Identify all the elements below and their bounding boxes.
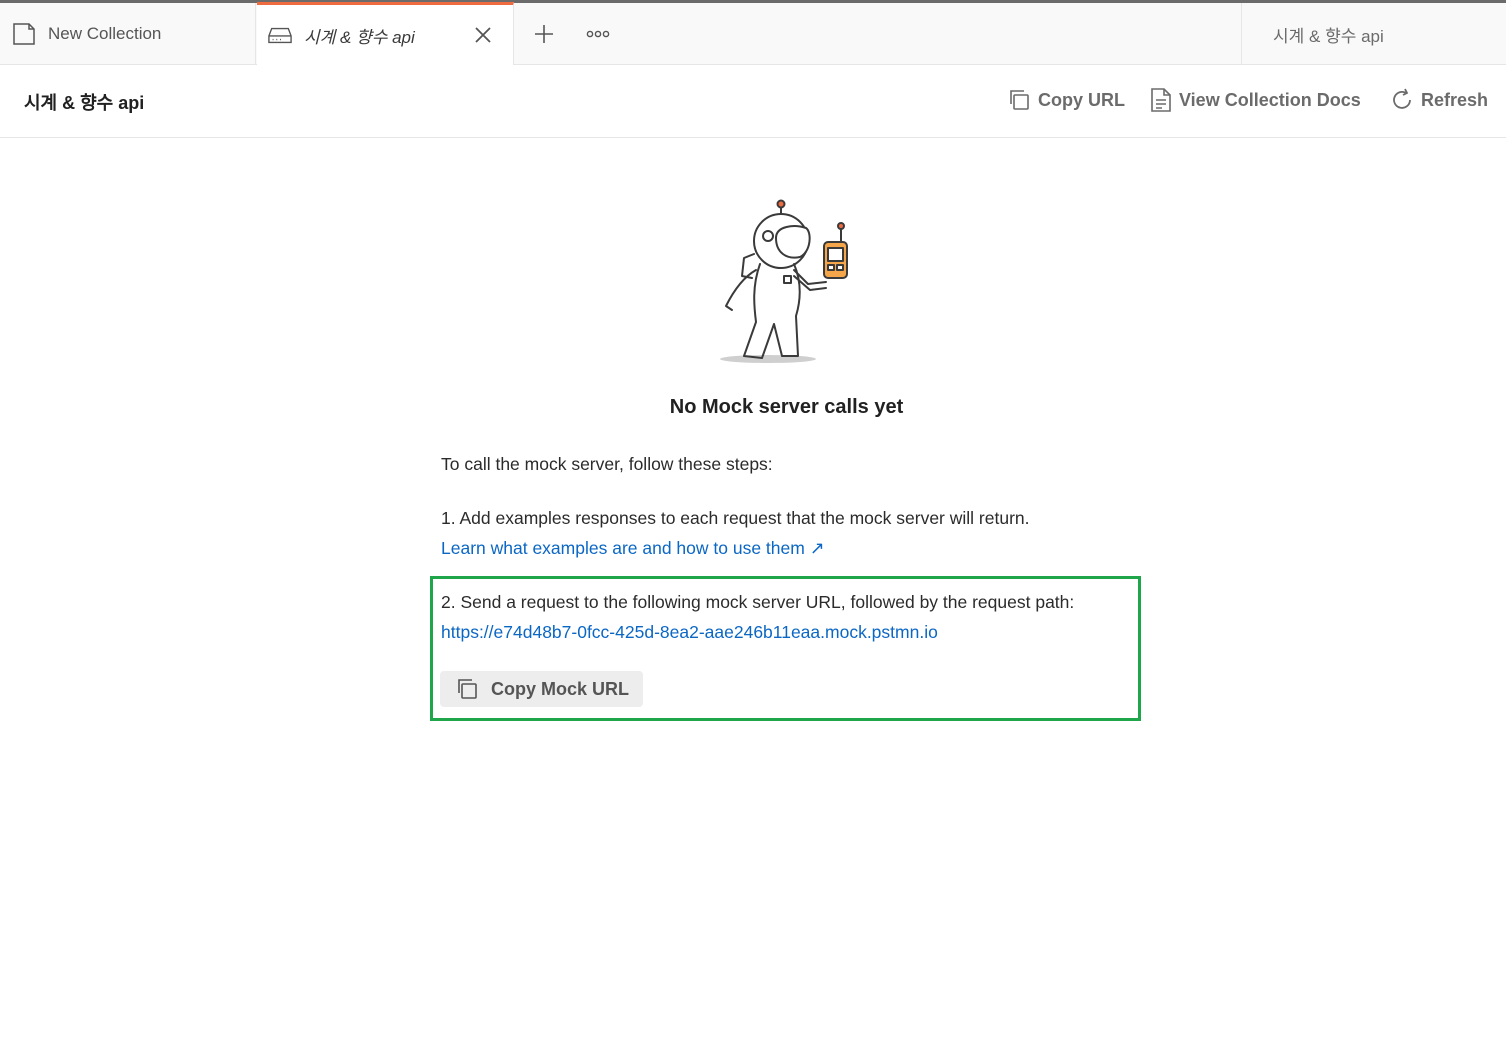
step-2: 2. Send a request to the following mock …	[441, 592, 1161, 643]
page-title: 시계 & 향수 api	[24, 93, 145, 113]
plus-icon[interactable]	[533, 23, 555, 45]
collection-icon	[12, 22, 36, 46]
refresh-icon	[1393, 88, 1411, 109]
copy-mock-url-label: Copy Mock URL	[491, 678, 630, 699]
environment-selector[interactable]: 시계 & 향수 api	[1241, 3, 1506, 65]
environment-selector-label: 시계 & 향수 api	[1273, 26, 1384, 46]
view-collection-docs-button[interactable]: View Collection Docs	[1150, 86, 1361, 114]
step-1: 1. Add examples responses to each reques…	[441, 508, 1161, 559]
copy-icon	[1010, 90, 1029, 110]
view-docs-label: View Collection Docs	[1179, 89, 1361, 110]
empty-state-title: No Mock server calls yet	[669, 396, 904, 418]
astronaut-illustration	[720, 199, 848, 363]
document-icon	[1151, 88, 1171, 112]
learn-examples-link[interactable]: Learn what examples are and how to use t…	[441, 538, 1161, 559]
copy-icon	[458, 679, 477, 699]
tab-label: 시계 & 향수 api	[304, 27, 415, 47]
step-1-text: 1. Add examples responses to each reques…	[441, 508, 1030, 528]
mock-server-url[interactable]: https://e74d48b7-0fcc-425d-8ea2-aae246b1…	[441, 622, 1161, 643]
tab-mock-server[interactable]: 시계 & 향수 api	[257, 2, 514, 65]
tab-bar: New Collection 시계 & 향수 api 시계 & 향수 api	[0, 2, 1506, 65]
copy-mock-url-button[interactable]: Copy Mock URL	[440, 671, 643, 707]
copy-url-label: Copy URL	[1038, 89, 1125, 110]
page-header: 시계 & 향수 api Copy URL View Collection Doc…	[0, 65, 1506, 138]
refresh-button[interactable]: Refresh	[1390, 86, 1488, 114]
mock-server-icon	[268, 23, 292, 47]
tab-label: New Collection	[48, 24, 162, 43]
close-icon[interactable]	[473, 25, 493, 45]
more-options-icon[interactable]	[586, 25, 610, 43]
tab-new-collection[interactable]: New Collection	[0, 3, 256, 65]
refresh-label: Refresh	[1421, 89, 1489, 110]
copy-url-button[interactable]: Copy URL	[1007, 86, 1125, 114]
step-2-text: 2. Send a request to the following mock …	[441, 592, 1075, 612]
steps-intro: To call the mock server, follow these st…	[441, 454, 773, 474]
